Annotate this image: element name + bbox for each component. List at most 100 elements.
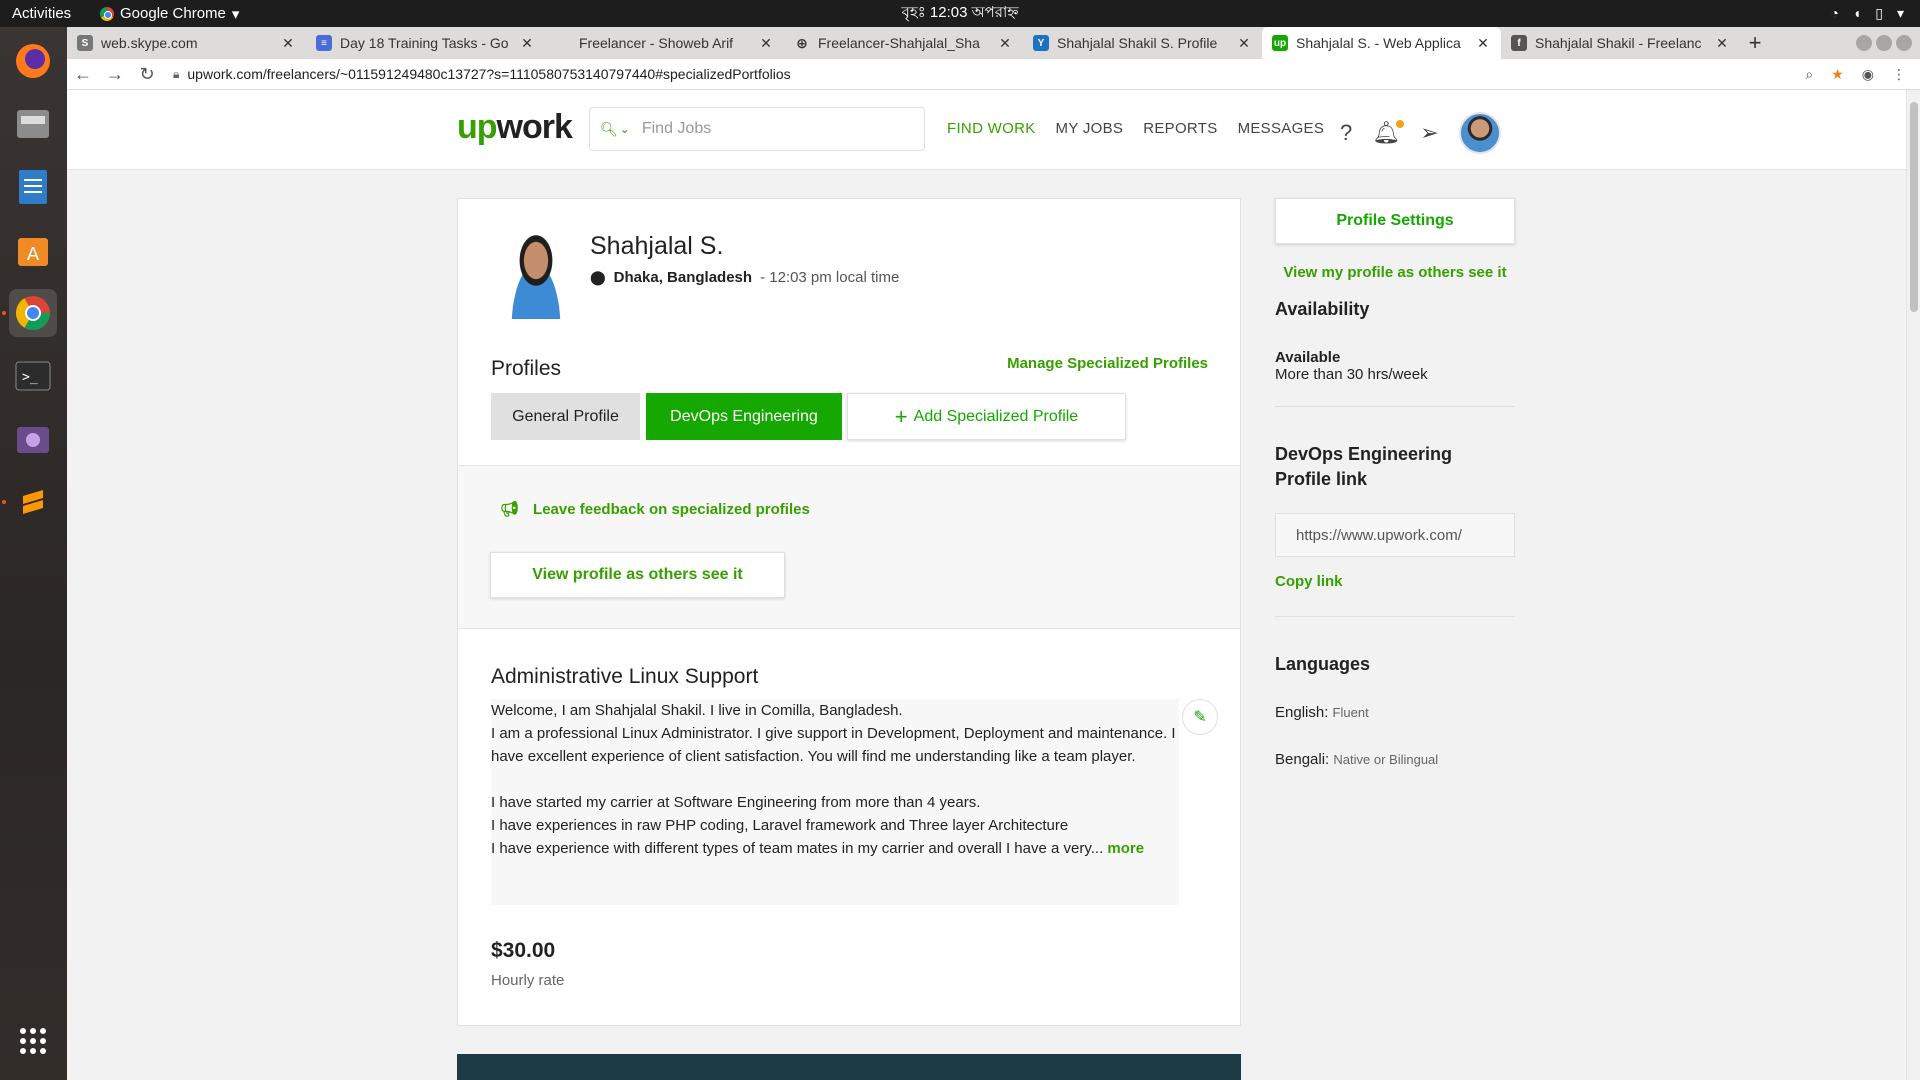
terminal-launcher[interactable]: >_: [9, 352, 57, 400]
search-input[interactable]: 🔍︎ ⌄ Find Jobs: [589, 107, 925, 151]
show-apps-button[interactable]: [9, 1017, 57, 1065]
svg-text:>_: >_: [22, 370, 38, 385]
browser-tab[interactable]: ≡ Day 18 Training Tasks - Go ✕: [306, 27, 545, 59]
service-title: Administrative Linux Support: [491, 665, 759, 688]
chevron-down-icon[interactable]: ⌄: [620, 122, 630, 136]
system-top-bar: Activities Google Chrome ▾ বৃহঃ 12:03 অপ…: [0, 0, 1920, 27]
local-time: - 12:03 pm local time: [760, 269, 900, 286]
activities-button[interactable]: Activities: [0, 5, 92, 22]
divider: [1275, 616, 1515, 617]
sublime-text-icon: [23, 490, 43, 514]
language-name: English:: [1275, 704, 1329, 721]
running-indicator: [2, 500, 6, 504]
close-icon[interactable]: ✕: [280, 35, 296, 52]
chrome-launcher[interactable]: [9, 289, 57, 337]
files-launcher[interactable]: [9, 100, 57, 148]
manage-specialized-profiles-link[interactable]: Manage Specialized Profiles: [1007, 355, 1208, 372]
scrollbar-thumb[interactable]: [1910, 102, 1918, 312]
avatar[interactable]: [1458, 112, 1501, 154]
browser-tab[interactable]: Freelancer - Showeb Arif ✕: [545, 27, 784, 59]
terminal-icon: >_: [15, 361, 51, 391]
reload-button[interactable]: ↻: [131, 64, 163, 85]
profile-card: Shahjalal S. ⬤ Dhaka, Bangladesh - 12:03…: [457, 198, 1241, 1026]
copy-link-button[interactable]: Copy link: [1275, 573, 1515, 590]
close-icon[interactable]: ✕: [997, 35, 1013, 52]
bookmark-star-icon[interactable]: ★: [1831, 66, 1844, 83]
back-button[interactable]: ←: [67, 64, 99, 85]
overview-line-last: I have experience with different types o…: [491, 840, 1145, 857]
writer-icon: [19, 170, 47, 204]
docs-icon: ≡: [316, 35, 332, 51]
notifications-button[interactable]: 🔔︎: [1372, 120, 1405, 146]
clock[interactable]: বৃহঃ 12:03 অপরাহ্ন: [901, 1, 1018, 26]
video-launcher[interactable]: [9, 415, 57, 463]
new-tab-button[interactable]: +: [1740, 27, 1770, 59]
address-bar[interactable]: 🔒︎ upwork.com/freelancers/~011591249480c…: [173, 66, 1805, 82]
tab-title: Freelancer-Shahjalal_Sha: [818, 35, 980, 51]
profile-location: ⬤ Dhaka, Bangladesh - 12:03 pm local tim…: [590, 269, 899, 286]
forward-button[interactable]: →: [99, 64, 131, 85]
close-icon[interactable]: ✕: [1236, 35, 1252, 52]
firefox-launcher[interactable]: [9, 37, 57, 85]
tab-general-profile[interactable]: General Profile: [491, 393, 640, 440]
feedback-section: 📢︎ Leave feedback on specialized profile…: [458, 465, 1240, 629]
send-icon[interactable]: ➢: [1420, 120, 1438, 146]
browser-tab-active[interactable]: up Shahjalal S. - Web Applica ✕: [1262, 27, 1501, 59]
edit-overview-button[interactable]: ✎: [1182, 699, 1218, 735]
nav-find-work[interactable]: FIND WORK: [947, 120, 1036, 137]
app-menu[interactable]: Google Chrome ▾: [100, 5, 239, 23]
window-close-button[interactable]: [1896, 35, 1912, 51]
upwork-logo[interactable]: upwork: [457, 108, 573, 147]
sublime-launcher[interactable]: [9, 478, 57, 526]
writer-launcher[interactable]: [9, 163, 57, 211]
menu-icon[interactable]: ⋮: [1892, 66, 1906, 83]
extension-icon[interactable]: ◉: [1862, 66, 1874, 83]
browser-tab[interactable]: Y Shahjalal Shakil S. Profile ✕: [1023, 27, 1262, 59]
help-icon[interactable]: ?: [1340, 120, 1352, 146]
more-link[interactable]: more: [1107, 840, 1144, 857]
tab-devops-engineering[interactable]: DevOps Engineering: [646, 393, 842, 440]
tab-title: Shahjalal S. - Web Applica: [1296, 35, 1461, 51]
nav-reports[interactable]: REPORTS: [1143, 120, 1217, 137]
tab-title: Freelancer - Showeb Arif: [579, 35, 734, 51]
toolbar: ← → ↻ 🔒︎ upwork.com/freelancers/~0115912…: [67, 59, 1920, 90]
profile-photo: [498, 229, 574, 319]
availability-hours: More than 30 hrs/week: [1275, 366, 1428, 383]
nav-my-jobs[interactable]: MY JOBS: [1056, 120, 1124, 137]
close-icon[interactable]: ✕: [758, 35, 774, 52]
view-my-profile-link[interactable]: View my profile as others see it: [1275, 264, 1515, 281]
location-text: Dhaka, Bangladesh: [613, 269, 753, 286]
nav-messages[interactable]: MESSAGES: [1238, 120, 1325, 137]
tray-caret-icon: ▾: [1896, 5, 1904, 21]
system-tray[interactable]: ◔ ◖ ▯ ▾: [1830, 5, 1904, 22]
profile-link-field[interactable]: https://www.upwork.com/: [1275, 513, 1515, 557]
globe-icon: ⊕: [796, 34, 808, 51]
page-scrollbar[interactable]: [1906, 90, 1920, 1080]
add-specialized-profile-button[interactable]: + Add Specialized Profile: [847, 393, 1126, 440]
hourly-rate-label: Hourly rate: [491, 972, 565, 989]
notification-dot: [1396, 120, 1405, 128]
close-icon[interactable]: ✕: [1475, 35, 1491, 52]
browser-tab[interactable]: f Shahjalal Shakil - Freelanc ✕: [1501, 27, 1740, 59]
search-icon[interactable]: 🔍︎: [600, 121, 618, 138]
dock: A >_: [0, 27, 67, 1080]
zoom-icon[interactable]: ⌕: [1805, 66, 1813, 83]
lock-icon: 🔒︎: [173, 66, 180, 81]
browser-tab[interactable]: ⊕ Freelancer-Shahjalal_Sha ✕: [784, 27, 1023, 59]
leave-feedback-link[interactable]: 📢︎ Leave feedback on specialized profile…: [500, 500, 810, 519]
pencil-icon: ✎: [1193, 709, 1207, 726]
close-icon[interactable]: ✕: [1714, 35, 1730, 52]
maximize-button[interactable]: [1876, 35, 1892, 51]
profile-link-heading: DevOps Engineering Profile link: [1275, 444, 1453, 489]
close-icon[interactable]: ✕: [519, 35, 535, 52]
upwork-header: upwork 🔍︎ ⌄ Find Jobs FIND WORK MY JOBS …: [67, 90, 1906, 170]
view-profile-button[interactable]: View profile as others see it: [490, 552, 785, 598]
browser-tab[interactable]: S web.skype.com ✕: [67, 27, 306, 59]
search-placeholder: Find Jobs: [641, 120, 712, 137]
availability-heading: Availability: [1275, 299, 1370, 319]
profile-settings-button[interactable]: Profile Settings: [1275, 198, 1515, 244]
divider: [1275, 406, 1515, 407]
software-launcher[interactable]: A: [9, 226, 57, 274]
caret-down-icon: ▾: [231, 5, 240, 23]
minimize-button[interactable]: [1856, 35, 1872, 51]
